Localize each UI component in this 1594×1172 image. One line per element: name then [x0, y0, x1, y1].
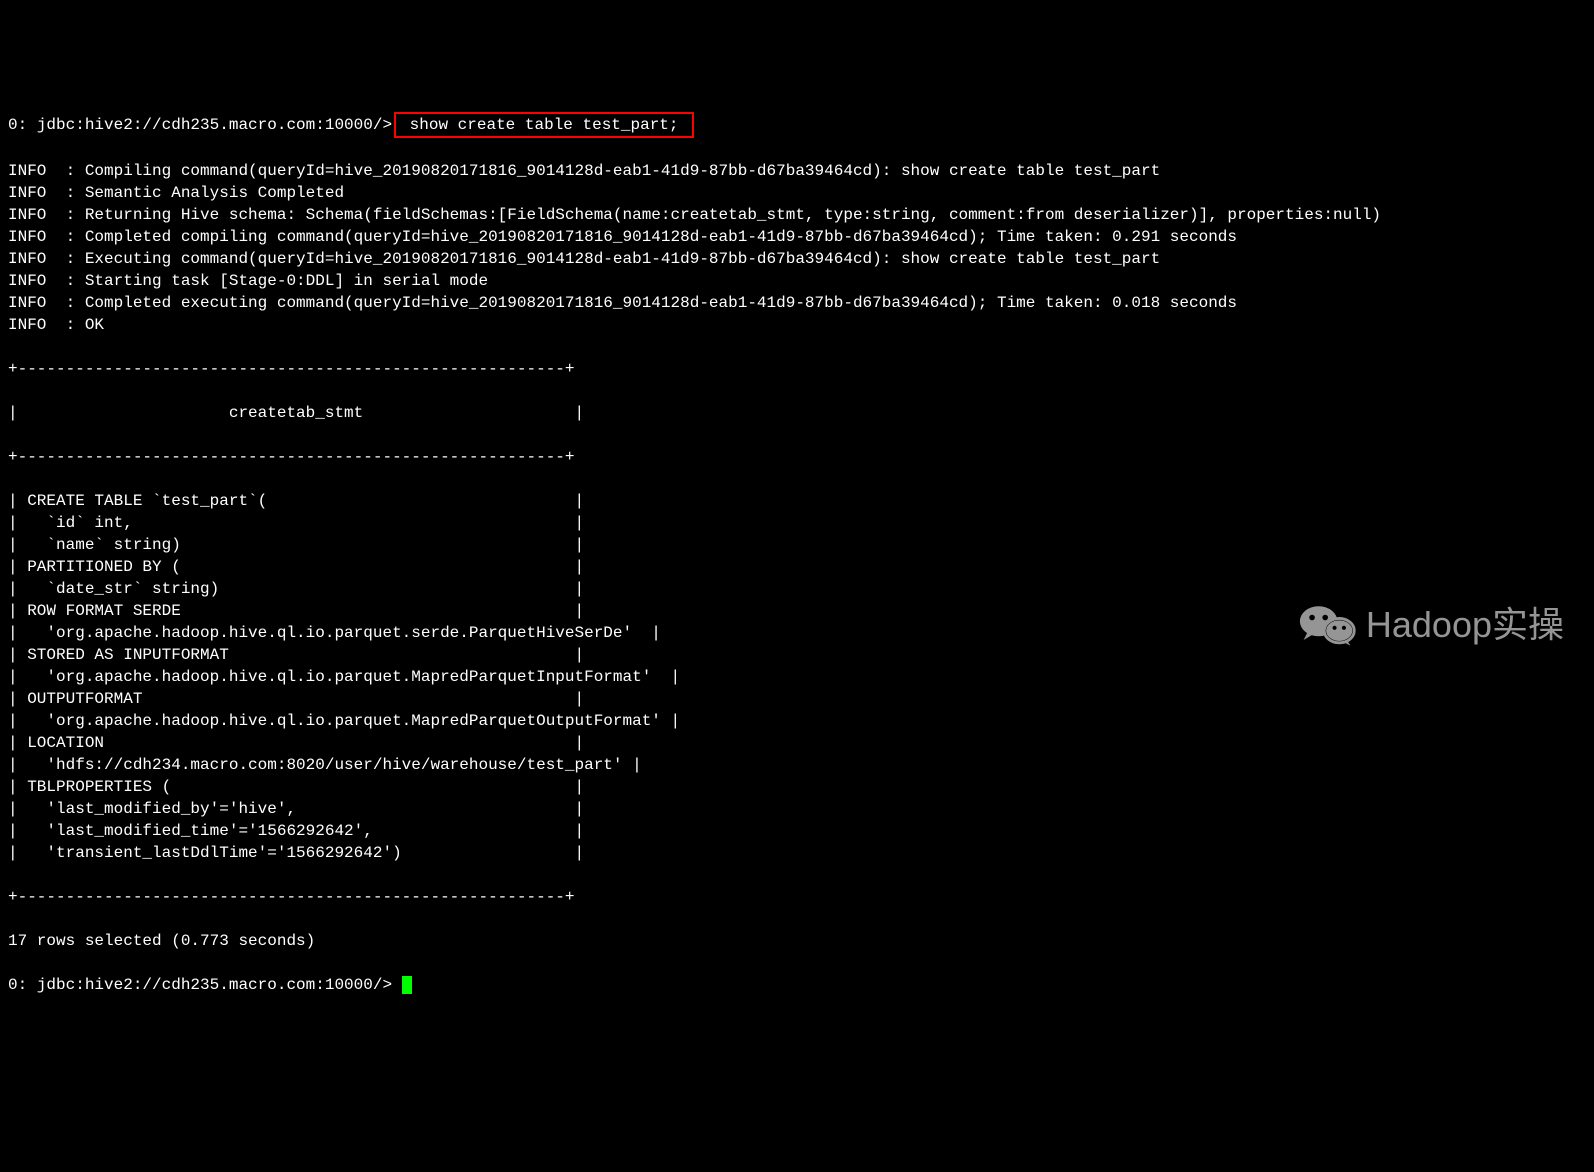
log-line: INFO : Executing command(queryId=hive_20… — [8, 248, 1586, 270]
terminal-cursor — [402, 976, 412, 994]
log-line: INFO : Starting task [Stage-0:DDL] in se… — [8, 270, 1586, 292]
log-line: INFO : Completed executing command(query… — [8, 292, 1586, 314]
wechat-icon — [1298, 601, 1358, 649]
footer-line: 17 rows selected (0.773 seconds) — [8, 930, 1586, 952]
table-row: | LOCATION | — [8, 732, 1586, 754]
table-border-bottom: +---------------------------------------… — [8, 886, 1586, 908]
table-row: | `date_str` string) | — [8, 578, 1586, 600]
table-row: | 'last_modified_by'='hive', | — [8, 798, 1586, 820]
log-line: INFO : Completed compiling command(query… — [8, 226, 1586, 248]
log-line: INFO : Returning Hive schema: Schema(fie… — [8, 204, 1586, 226]
table-row: | `id` int, | — [8, 512, 1586, 534]
watermark: Hadoop实操 — [1298, 601, 1564, 649]
table-row: | 'transient_lastDdlTime'='1566292642') … — [8, 842, 1586, 864]
table-row: | OUTPUTFORMAT | — [8, 688, 1586, 710]
table-border-mid: +---------------------------------------… — [8, 446, 1586, 468]
log-line: INFO : Compiling command(queryId=hive_20… — [8, 160, 1586, 182]
watermark-text: Hadoop实操 — [1366, 614, 1564, 636]
table-row: | PARTITIONED BY ( | — [8, 556, 1586, 578]
table-row: | 'org.apache.hadoop.hive.ql.io.parquet.… — [8, 666, 1586, 688]
terminal-output[interactable]: 0: jdbc:hive2://cdh235.macro.com:10000/>… — [8, 90, 1586, 1018]
prompt-prefix: 0: jdbc:hive2://cdh235.macro.com:10000/> — [8, 976, 402, 994]
log-line: INFO : Semantic Analysis Completed — [8, 182, 1586, 204]
table-row: | TBLPROPERTIES ( | — [8, 776, 1586, 798]
table-row: | `name` string) | — [8, 534, 1586, 556]
table-border-top: +---------------------------------------… — [8, 358, 1586, 380]
log-line: INFO : OK — [8, 314, 1586, 336]
prompt-line-1: 0: jdbc:hive2://cdh235.macro.com:10000/>… — [8, 112, 1586, 138]
table-row: | 'last_modified_time'='1566292642', | — [8, 820, 1586, 842]
prompt-prefix: 0: jdbc:hive2://cdh235.macro.com:10000/> — [8, 116, 392, 134]
table-row: | 'hdfs://cdh234.macro.com:8020/user/hiv… — [8, 754, 1586, 776]
highlighted-command: show create table test_part; — [394, 112, 694, 138]
table-header: | createtab_stmt | — [8, 402, 1586, 424]
table-row: | CREATE TABLE `test_part`( | — [8, 490, 1586, 512]
prompt-line-2[interactable]: 0: jdbc:hive2://cdh235.macro.com:10000/> — [8, 974, 1586, 996]
table-row: | 'org.apache.hadoop.hive.ql.io.parquet.… — [8, 710, 1586, 732]
